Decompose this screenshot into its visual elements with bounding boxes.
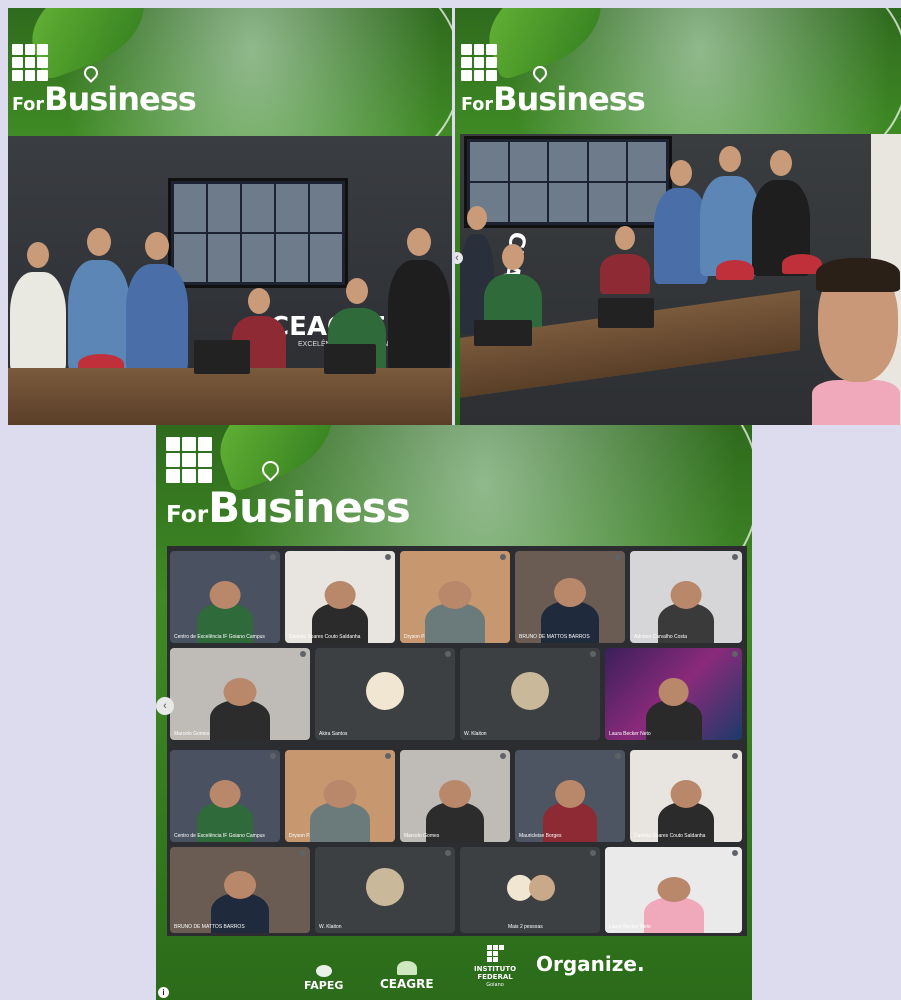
participant-tile[interactable]: BRUNO DE MATTOS BARROS xyxy=(515,551,625,643)
person xyxy=(600,226,650,294)
participant-tile[interactable]: Marcelo Gomes xyxy=(400,750,510,842)
laptop xyxy=(194,340,250,374)
participant-tile[interactable]: Laura Becker Neto xyxy=(605,847,742,933)
prev-arrow-icon[interactable]: ‹ xyxy=(156,697,174,715)
participant-tile[interactable]: Daniela Soares Couto Saldanha xyxy=(630,750,742,842)
laptop xyxy=(474,320,532,346)
participant-tile[interactable]: Akira Santos xyxy=(315,648,455,740)
participant-tile[interactable]: W. Klaiton xyxy=(460,648,600,740)
participant-tile[interactable]: Laura Becker Neto xyxy=(605,648,742,740)
participant-tile[interactable]: BRUNO DE MATTOS BARROS xyxy=(170,847,310,933)
participant-tile[interactable]: Marcelo Gomes xyxy=(170,648,310,740)
group-photo-1: CEAGRE EXCELÊNCIA / PRA EXPONENCIAL xyxy=(8,136,452,425)
meeting-panel: ForBusiness Centro de Excelência IF Goia… xyxy=(156,425,752,1000)
participant-tile[interactable]: Mauricleise Borges xyxy=(515,750,625,842)
participant-tile[interactable]: W. Klaiton xyxy=(315,847,455,933)
info-icon[interactable]: i xyxy=(158,987,169,998)
person xyxy=(10,242,66,372)
laptop xyxy=(598,298,654,328)
video-wall xyxy=(464,136,672,228)
participant-tile[interactable]: Centro de Excelência IF Goiano Campus xyxy=(170,750,280,842)
group-photo-2: CEAGRE xyxy=(460,134,901,425)
participant-tile[interactable]: Centro de Excelência IF Goiano Campus xyxy=(170,551,280,643)
participant-tile[interactable]: Dryson P. xyxy=(285,750,395,842)
more-people-tile[interactable]: Mais 2 pessoas xyxy=(460,847,600,933)
video-wall xyxy=(168,178,348,288)
organize-logo: Organize. xyxy=(536,952,645,976)
participant-tile[interactable]: Adriano Carvalho Costa xyxy=(630,551,742,643)
desk xyxy=(8,368,452,425)
video-call-grid: Centro de Excelência IF Goiano Campus Da… xyxy=(167,546,747,936)
photo-panel-left: ForBusiness CEAGRE EXCELÊNCIA / PRA EXPO… xyxy=(8,8,452,425)
fapeg-logo: FAPEG xyxy=(304,965,343,992)
person xyxy=(126,232,188,372)
selfie-hair xyxy=(816,258,900,292)
selfie-person xyxy=(812,380,900,425)
photo-panel-right: ForBusiness CEAGRE ‹ xyxy=(455,8,901,425)
participant-tile[interactable]: Dryson P. xyxy=(400,551,510,643)
laptop xyxy=(324,344,376,374)
if-goiano-logo: INSTITUTO FEDERAL Goiano xyxy=(474,945,516,989)
chair xyxy=(716,260,754,280)
ceagre-logo: CEAGRE xyxy=(380,961,434,991)
person xyxy=(388,228,450,372)
participant-tile[interactable]: Daniela Soares Couto Saldanha xyxy=(285,551,395,643)
